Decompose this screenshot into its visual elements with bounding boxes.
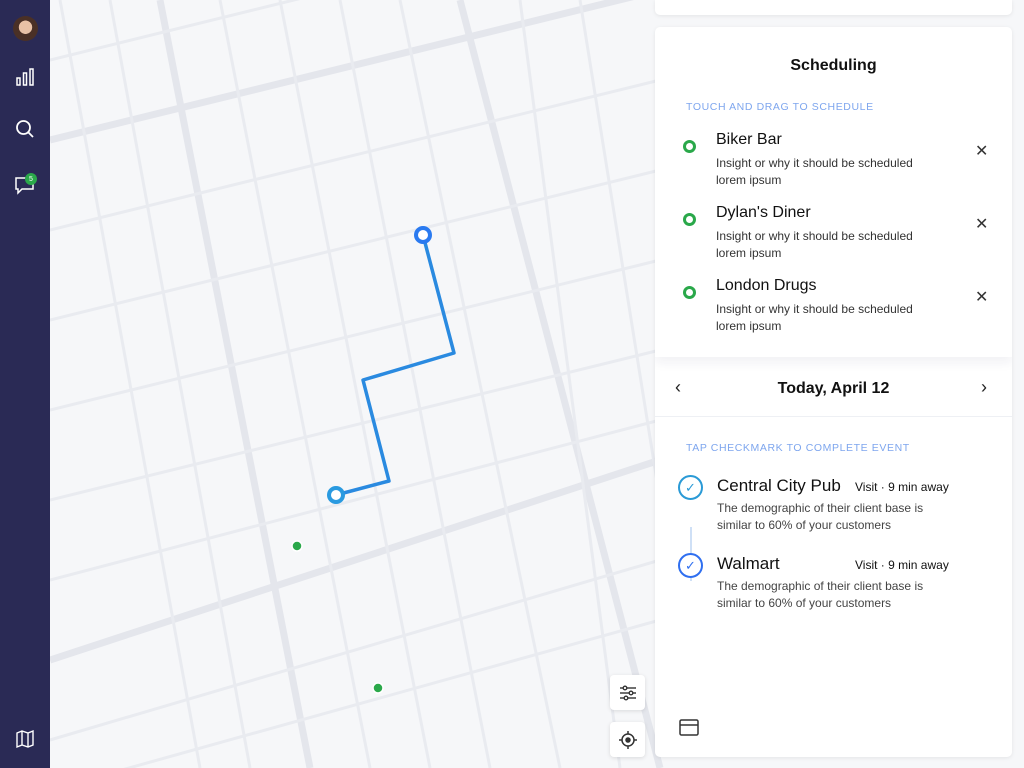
sliders-icon [619,685,636,700]
place-status-icon [683,286,696,299]
route-start-pin[interactable] [414,226,432,244]
event-item[interactable]: ✓ Walmart Visit · 9 min away The demogra… [655,553,1012,623]
top-panel [655,0,1012,15]
place-marker[interactable] [291,540,303,552]
place-status-icon [683,140,696,153]
event-item[interactable]: ✓ Central City Pub Visit · 9 min away Th… [655,475,1012,545]
item-name: London Drugs [716,277,817,294]
date-navigator: ‹ Today, April 12 › [655,357,1012,417]
filter-button[interactable] [610,675,645,710]
event-type: Visit [855,558,878,572]
schedule-item[interactable]: Dylan's Diner Insight or why it should b… [655,204,1012,274]
sidebar: 5 [0,0,50,768]
event-desc: The demographic of their client base is … [717,579,924,610]
close-icon[interactable]: ✕ [975,141,988,161]
event-distance: 9 min away [888,480,949,494]
event-meta: Visit · 9 min away [855,480,949,494]
schedule-item[interactable]: Biker Bar Insight or why it should be sc… [655,131,1012,201]
checkmark-icon[interactable]: ✓ [678,553,703,578]
place-status-icon [683,213,696,226]
event-meta: Visit · 9 min away [855,558,949,572]
search-icon[interactable] [13,117,37,141]
schedule-item[interactable]: London Drugs Insight or why it should be… [655,277,1012,347]
event-desc: The demographic of their client base is … [717,501,924,532]
item-name: Biker Bar [716,131,782,148]
event-name: Walmart [717,554,780,573]
bar-chart-icon[interactable] [13,65,37,89]
route-end-pin[interactable] [327,486,345,504]
checkmark-icon[interactable]: ✓ [678,475,703,500]
close-icon[interactable]: ✕ [975,214,988,234]
avatar[interactable] [13,16,38,41]
crosshair-icon [618,730,637,749]
event-name: Central City Pub [717,476,841,495]
scheduling-panel: Scheduling TOUCH AND DRAG TO SCHEDULE Bi… [655,27,1012,757]
calendar-icon[interactable] [679,718,699,741]
scheduling-section: Scheduling TOUCH AND DRAG TO SCHEDULE Bi… [655,27,1012,357]
item-desc: Insight or why it should be scheduled lo… [716,229,913,260]
event-type: Visit [855,480,878,494]
chevron-right-icon[interactable]: › [981,377,987,398]
item-desc: Insight or why it should be scheduled lo… [716,302,913,333]
scheduling-title: Scheduling [790,57,877,74]
schedule-hint: TOUCH AND DRAG TO SCHEDULE [686,101,874,113]
place-marker[interactable] [372,682,384,694]
events-hint: TAP CHECKMARK TO COMPLETE EVENT [686,442,910,454]
item-desc: Insight or why it should be scheduled lo… [716,156,913,187]
event-distance: 9 min away [888,558,949,572]
item-name: Dylan's Diner [716,204,811,221]
notification-badge: 5 [25,173,37,185]
close-icon[interactable]: ✕ [975,287,988,307]
map-icon[interactable] [13,727,37,751]
locate-me-button[interactable] [610,722,645,757]
current-date: Today, April 12 [777,380,890,397]
